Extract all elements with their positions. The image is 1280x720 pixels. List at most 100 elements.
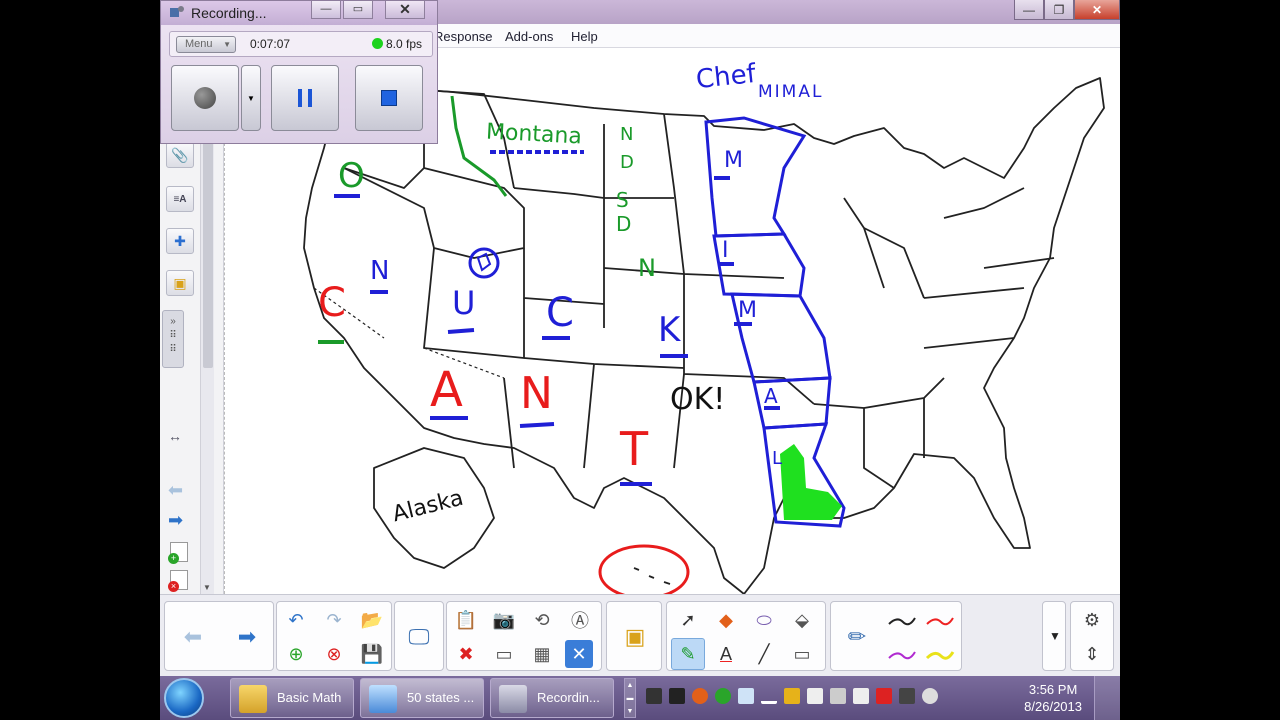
previous-page-arrow[interactable]: ⬅	[168, 480, 183, 501]
stop-icon	[381, 90, 397, 106]
pen-properties-button[interactable]: ✏	[833, 604, 881, 670]
delete-page-toolbar-button[interactable]: ⊗	[317, 638, 351, 670]
delete-page-button[interactable]: ×	[168, 570, 188, 592]
printer-tray-icon[interactable]	[830, 688, 846, 704]
arrow-left-icon: ⬅	[183, 624, 203, 649]
nevada-label: N	[370, 256, 390, 286]
select-tool[interactable]: ➚	[671, 604, 705, 636]
iowa-label: I	[722, 238, 729, 263]
scroll-down-arrow[interactable]: ▼	[203, 583, 211, 592]
close-button[interactable]: ✕	[1074, 0, 1120, 20]
show-desktop-button[interactable]	[1094, 676, 1120, 720]
pen-tool[interactable]: ✎	[671, 638, 705, 670]
pen-style-red[interactable]	[925, 612, 955, 630]
rotate-button[interactable]: ⟲	[525, 604, 559, 636]
minimize-button[interactable]: —	[1014, 0, 1044, 20]
rotate-icon: ⟲	[534, 609, 550, 630]
line-tool[interactable]: ╱	[747, 638, 781, 670]
recorder-close-button[interactable]: ✕	[385, 1, 425, 19]
properties-tab[interactable]: ≡A	[166, 186, 194, 212]
stop-button[interactable]	[355, 65, 423, 131]
sidebar-collapse-tab[interactable]: » ⠿ ⠿	[162, 310, 184, 368]
recorder-minimize-button[interactable]: —	[311, 1, 341, 19]
pause-button[interactable]	[271, 65, 339, 131]
lock-tray-icon[interactable]	[784, 688, 800, 704]
gallery-button[interactable]: ▣	[611, 604, 659, 670]
nd-n-label: N	[620, 124, 634, 145]
redo-button[interactable]: ↷	[317, 604, 351, 636]
resize-horizontal-icon[interactable]: ↔	[168, 428, 182, 444]
alert-tray-icon[interactable]	[692, 688, 708, 704]
mimal-label: MIMAL	[758, 82, 824, 102]
gallery-tab[interactable]: ▣	[166, 270, 194, 296]
eraser-block-tool[interactable]: ▭	[785, 638, 819, 670]
eraser-tool[interactable]: ⬭	[747, 604, 781, 636]
handwriting-recognition-button[interactable]: Ⓐ	[563, 604, 597, 636]
laptop-tray-icon[interactable]	[807, 688, 823, 704]
text-tool[interactable]: A	[709, 638, 743, 670]
menu-help[interactable]: Help	[571, 29, 598, 44]
attachments-tab[interactable]: 📎	[166, 142, 194, 168]
utah-circle	[468, 247, 500, 279]
settings-button[interactable]: ⚙	[1075, 604, 1109, 636]
sync-tray-icon[interactable]	[715, 688, 731, 704]
save-button[interactable]: 💾	[355, 638, 389, 670]
display-off-tray-icon[interactable]	[899, 688, 915, 704]
paint-bucket-icon: ⬙	[795, 609, 809, 630]
next-page-button[interactable]: ➡	[223, 604, 271, 670]
recorder-menu-dropdown[interactable]: Menu ▼	[176, 36, 236, 53]
display-tray-icon[interactable]	[669, 688, 685, 704]
taskbar-scroll[interactable]: ▲ ▬ ▼	[624, 678, 636, 718]
close-toolbar-button[interactable]: ✕	[565, 640, 593, 668]
new-page-button[interactable]: ⊕	[279, 638, 313, 670]
monitor-tray-icon[interactable]	[646, 688, 662, 704]
bottom-toolbar: ⬅ ➡ ↶ ↷ 📂 ⊕ ⊗ 💾 🖵 📋 📷 ⟲ Ⓐ ✖ ▭ ▦ ✕ ▣ ➚ ◆ …	[160, 594, 1120, 678]
pen-style-purple[interactable]	[887, 646, 917, 664]
taskbar-clock[interactable]: 3:56 PM 8/26/2013	[1024, 681, 1082, 715]
previous-page-button[interactable]: ⬅	[169, 604, 217, 670]
addons-tab[interactable]: ✚	[166, 228, 194, 254]
recorder-title-bar[interactable]: Recording... — ▭ ✕	[161, 1, 437, 25]
camera-icon: 📷	[492, 609, 516, 630]
pen-style-yellow[interactable]	[925, 646, 955, 664]
move-toolbar-button[interactable]: ⇕	[1075, 638, 1109, 670]
taskbar-label: 50 states ...	[407, 690, 475, 705]
clear-button[interactable]: ✖	[449, 638, 483, 670]
california-label: C	[318, 280, 346, 326]
record-options-dropdown[interactable]: ▼	[241, 65, 261, 131]
fill-tool[interactable]: ⬙	[785, 604, 819, 636]
recorder-status-bar: Menu ▼ 0:07:07 8.0 fps	[169, 31, 433, 57]
menu-response[interactable]: Response	[434, 29, 493, 44]
network-tray-icon[interactable]	[876, 688, 892, 704]
volume-tray-icon[interactable]	[922, 688, 938, 704]
menu-add-ons[interactable]: Add-ons	[505, 29, 553, 44]
text-properties-icon: ≡A	[173, 193, 187, 205]
signal-tray-icon[interactable]	[761, 688, 777, 704]
paste-button[interactable]: 📋	[449, 604, 483, 636]
missouri-label: M	[738, 298, 757, 323]
gear-icon: ⚙	[1083, 609, 1101, 630]
taskbar-item-basic-math[interactable]: Basic Math	[230, 678, 354, 718]
arizona-label: A	[430, 362, 463, 418]
next-page-arrow[interactable]: ➡	[168, 510, 183, 531]
taskbar-item-50-states[interactable]: 50 states ...	[360, 678, 484, 718]
save-icon: 💾	[360, 643, 384, 664]
recorder-tray-icon[interactable]	[738, 688, 754, 704]
open-button[interactable]: 📂	[355, 604, 389, 636]
recorder-maximize-button[interactable]: ▭	[343, 1, 373, 19]
more-dropdown[interactable]: ▼	[1038, 620, 1072, 652]
undo-button[interactable]: ↶	[279, 604, 313, 636]
battery-tray-icon[interactable]	[853, 688, 869, 704]
maximize-button[interactable]: ❐	[1044, 0, 1074, 20]
table-button[interactable]: ▦	[525, 638, 559, 670]
screen-shade-button[interactable]: 🖵	[395, 604, 443, 670]
document-camera-button[interactable]: ▭	[487, 638, 521, 670]
record-button[interactable]	[171, 65, 239, 131]
screen-capture-button[interactable]: 📷	[487, 604, 521, 636]
pen-style-black[interactable]	[887, 612, 917, 630]
add-page-button[interactable]: +	[168, 542, 188, 564]
shapes-tool[interactable]: ◆	[709, 604, 743, 636]
clipboard-icon: 📋	[454, 609, 478, 630]
taskbar-item-recording[interactable]: Recordin...	[490, 678, 614, 718]
start-button[interactable]	[164, 678, 204, 718]
